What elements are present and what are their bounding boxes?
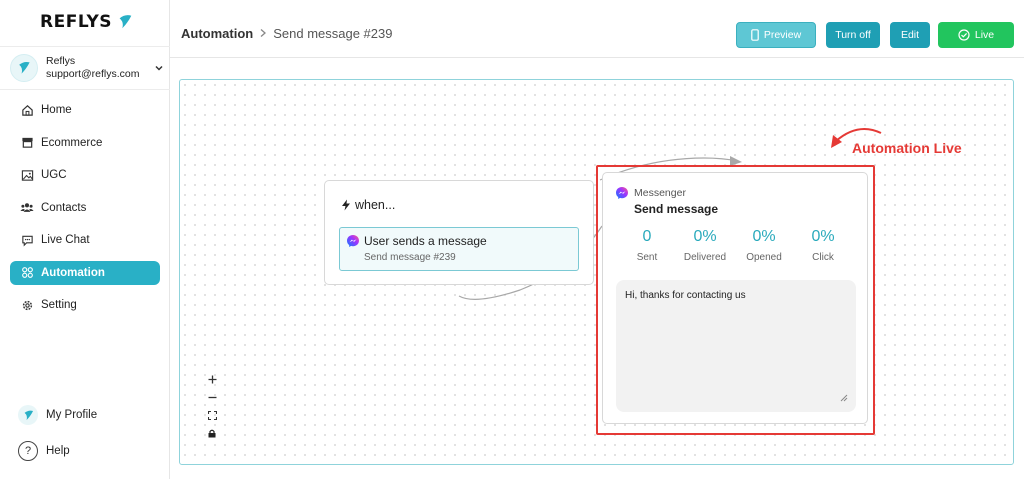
account-switcher[interactable]: Reflys support@reflys.com (0, 46, 170, 90)
breadcrumb-current: Send message #239 (273, 26, 393, 41)
chevron-down-icon[interactable] (154, 63, 164, 76)
logo-text: REFLYS (40, 12, 113, 32)
account-email: support@reflys.com (46, 68, 140, 80)
trigger-event-text: User sends a message (364, 234, 487, 248)
sidebar-item-label: Live Chat (41, 234, 90, 246)
stat-label: Click (812, 252, 834, 263)
profile-icon (18, 405, 38, 425)
sidebar-item-contacts[interactable]: Contacts (10, 196, 160, 220)
fit-view-button[interactable] (203, 406, 221, 424)
users-icon (20, 201, 34, 215)
lightning-icon (342, 199, 350, 211)
stat-opened: 0% Opened (734, 228, 794, 263)
breadcrumb: Automation Send message #239 (181, 26, 392, 41)
trigger-node[interactable]: when... User sends a message Send messag… (324, 180, 594, 285)
lock-icon (208, 429, 216, 437)
send-message-node[interactable]: Messenger Send message 0 Sent 0% Deliver… (602, 172, 868, 424)
page-header: Automation Send message #239 Preview Tur… (170, 0, 1024, 58)
my-profile-link[interactable]: My Profile (18, 405, 168, 425)
edit-button[interactable]: Edit (890, 22, 930, 48)
sidebar-item-ecommerce[interactable]: Ecommerce (10, 131, 160, 155)
sidebar-item-setting[interactable]: Setting (10, 293, 160, 317)
chevron-right-icon (259, 27, 267, 41)
stat-value: 0% (693, 228, 717, 245)
stat-value: 0 (642, 228, 652, 245)
chat-icon (20, 233, 34, 247)
sidebar-item-automation[interactable]: Automation (10, 260, 160, 285)
stat-sent: 0 Sent (617, 228, 677, 263)
live-label: Live (974, 29, 995, 41)
trigger-event-sub: Send message #239 (364, 252, 456, 263)
help-link[interactable]: ? Help (18, 441, 168, 461)
plus-icon (208, 375, 216, 383)
sidebar-item-label: Home (41, 104, 72, 116)
stat-label: Delivered (683, 252, 727, 263)
messenger-icon (347, 235, 359, 247)
stat-value: 0% (752, 228, 776, 245)
minus-icon (208, 396, 216, 398)
help-icon: ? (18, 441, 38, 461)
zoom-out-button[interactable] (203, 388, 221, 406)
turn-off-button[interactable]: Turn off (826, 22, 880, 48)
message-text: Hi, thanks for contacting us (625, 290, 746, 301)
stat-click: 0% Click (793, 228, 853, 263)
fit-view-icon (207, 410, 217, 420)
help-label: Help (46, 445, 70, 457)
annotation-label: Automation Live (852, 140, 962, 156)
account-name: Reflys (46, 55, 76, 67)
zoom-controls (203, 370, 221, 442)
trigger-title-text: when... (355, 198, 396, 212)
stat-label: Sent (636, 252, 658, 263)
trigger-event-title: User sends a message (346, 234, 487, 248)
preview-button[interactable]: Preview (736, 22, 816, 48)
lock-button[interactable] (203, 424, 221, 442)
sidebar-item-ugc[interactable]: UGC (10, 163, 160, 187)
gear-icon (20, 298, 34, 312)
preview-label: Preview (763, 29, 802, 41)
turn-off-label: Turn off (835, 29, 871, 41)
message-node-title: Send message (634, 202, 719, 216)
live-button[interactable]: Live (938, 22, 1014, 48)
breadcrumb-root[interactable]: Automation (181, 26, 253, 41)
sidebar-nav: Home Ecommerce UGC Contacts Live Chat Au… (10, 98, 160, 326)
resize-grip-icon[interactable] (840, 394, 848, 404)
stat-label: Opened (746, 252, 782, 263)
sidebar: REFLYS Reflys support@reflys.com Home Ec… (0, 0, 170, 479)
stat-delivered: 0% Delivered (675, 228, 735, 263)
message-source: Messenger (615, 186, 686, 200)
zoom-in-button[interactable] (203, 370, 221, 388)
image-icon (20, 168, 34, 182)
sidebar-item-live-chat[interactable]: Live Chat (10, 228, 160, 252)
avatar (10, 54, 38, 82)
trigger-event-box[interactable]: User sends a message Send message #239 (339, 227, 579, 271)
sidebar-item-label: Setting (41, 299, 77, 311)
automation-icon (20, 266, 34, 280)
brand-avatar-icon (19, 61, 30, 74)
store-icon (20, 136, 34, 150)
logo[interactable]: REFLYS (40, 12, 134, 32)
sidebar-item-label: Automation (41, 266, 105, 279)
sidebar-item-label: Ecommerce (41, 136, 103, 149)
sidebar-item-home[interactable]: Home (10, 98, 160, 122)
message-source-label: Messenger (634, 187, 686, 199)
sidebar-item-label: Contacts (41, 201, 87, 214)
stat-value: 0% (811, 228, 835, 245)
sidebar-item-label: UGC (41, 169, 67, 181)
edit-label: Edit (900, 29, 920, 41)
trigger-title: when... (341, 198, 395, 212)
messenger-icon (616, 187, 628, 199)
home-icon (20, 103, 34, 117)
message-textarea[interactable]: Hi, thanks for contacting us (616, 280, 856, 412)
logo-mark-icon (119, 15, 132, 29)
phone-icon (751, 29, 759, 41)
my-profile-label: My Profile (46, 409, 98, 421)
check-circle-icon (958, 29, 970, 41)
automation-canvas[interactable] (179, 79, 1014, 465)
